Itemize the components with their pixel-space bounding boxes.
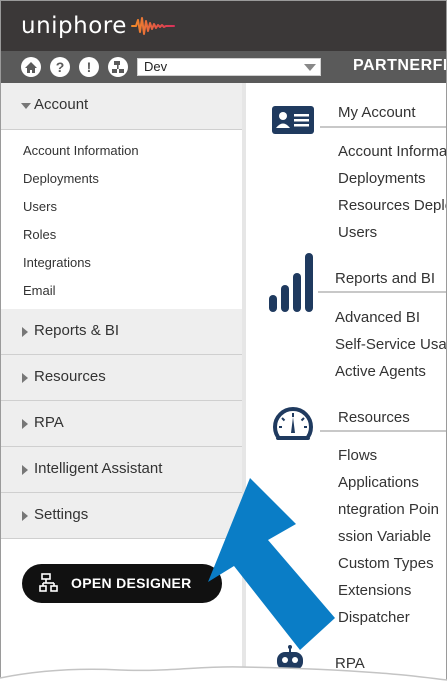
sidebar-section-label: Resources — [34, 368, 106, 385]
sidebar-item-integrations[interactable]: Integrations — [23, 255, 91, 270]
link-advanced-bi[interactable]: Advanced BI — [335, 309, 420, 326]
sidebar-section-rpa[interactable]: RPA — [1, 401, 242, 447]
alert-icon[interactable]: ! — [79, 57, 99, 77]
link-integration-points[interactable]: ntegration Poin — [338, 501, 439, 518]
link-session-variables[interactable]: ssion Variable — [338, 528, 431, 545]
top-bar: uniphore — [1, 1, 446, 51]
caret-down-icon — [21, 103, 31, 109]
caret-right-icon — [22, 327, 28, 337]
partner-name: PARTNERFI — [353, 57, 447, 74]
sidebar-section-label: RPA — [34, 414, 64, 431]
sidebar-item-roles[interactable]: Roles — [23, 227, 56, 242]
link-dispatcher[interactable]: Dispatcher — [338, 609, 410, 626]
reports-title: Reports and BI — [335, 270, 436, 287]
id-card-icon — [272, 106, 314, 134]
sidebar-section-label: Settings — [34, 506, 89, 523]
logo-text: uniphore — [21, 13, 127, 39]
help-icon[interactable]: ? — [50, 57, 70, 77]
section-divider — [318, 291, 446, 293]
main-content: My Account Account Informa Deployments R… — [246, 83, 446, 697]
sidebar-section-label: Reports & BI — [34, 322, 120, 339]
gauge-icon — [273, 407, 313, 445]
link-account-information[interactable]: Account Informa — [338, 143, 446, 160]
toolbar: ? ! Dev PARTNERFI — [1, 51, 446, 83]
link-flows[interactable]: Flows — [338, 447, 377, 464]
sidebar-section-label: Account — [34, 96, 89, 113]
logo-wave-icon — [130, 17, 175, 35]
sidebar-section-account[interactable]: Account — [1, 83, 242, 130]
resources-title: Resources — [338, 409, 410, 426]
rpa-title: RPA — [335, 655, 365, 672]
open-designer-button[interactable]: OPEN DESIGNER — [22, 564, 222, 603]
link-extensions[interactable]: Extensions — [338, 582, 411, 599]
my-account-title: My Account — [338, 104, 416, 121]
sidebar: Account Account Information Deployments … — [1, 83, 242, 697]
sidebar-section-settings[interactable]: Settings — [1, 493, 242, 539]
link-custom-types[interactable]: Custom Types — [338, 555, 434, 572]
chevron-down-icon — [304, 64, 316, 71]
sidebar-item-deployments[interactable]: Deployments — [23, 171, 99, 186]
flow-icon[interactable] — [108, 57, 128, 77]
sidebar-item-users[interactable]: Users — [23, 199, 57, 214]
app-window: uniphore ? ! Dev PARTNERFI Account Accou… — [0, 0, 447, 698]
caret-right-icon — [22, 465, 28, 475]
sidebar-section-resources[interactable]: Resources — [1, 355, 242, 401]
home-icon[interactable] — [21, 57, 41, 77]
section-divider — [320, 430, 446, 432]
link-deployments[interactable]: Deployments — [338, 170, 426, 187]
caret-right-icon — [22, 511, 28, 521]
section-divider — [320, 126, 446, 128]
sidebar-item-email[interactable]: Email — [23, 283, 56, 298]
environment-value: Dev — [144, 59, 168, 74]
link-users[interactable]: Users — [338, 224, 377, 241]
uniphore-logo[interactable]: uniphore — [21, 12, 175, 40]
sidebar-section-reports[interactable]: Reports & BI — [1, 309, 242, 355]
sidebar-item-account-information[interactable]: Account Information — [23, 143, 139, 158]
environment-select[interactable]: Dev — [137, 58, 321, 76]
sidebar-section-label: Intelligent Assistant — [34, 460, 163, 477]
sidebar-section-intelligent-assistant[interactable]: Intelligent Assistant — [1, 447, 242, 493]
link-self-service-usage[interactable]: Self-Service Usag — [335, 336, 446, 353]
caret-right-icon — [22, 373, 28, 383]
caret-right-icon — [22, 419, 28, 429]
link-applications[interactable]: Applications — [338, 474, 419, 491]
open-designer-label: OPEN DESIGNER — [71, 575, 192, 591]
link-active-agents[interactable]: Active Agents — [335, 363, 426, 380]
robot-icon — [277, 645, 303, 670]
link-resources-deployments[interactable]: Resources Deplo — [338, 197, 446, 214]
bar-chart-icon — [269, 253, 313, 312]
designer-icon — [39, 573, 58, 592]
